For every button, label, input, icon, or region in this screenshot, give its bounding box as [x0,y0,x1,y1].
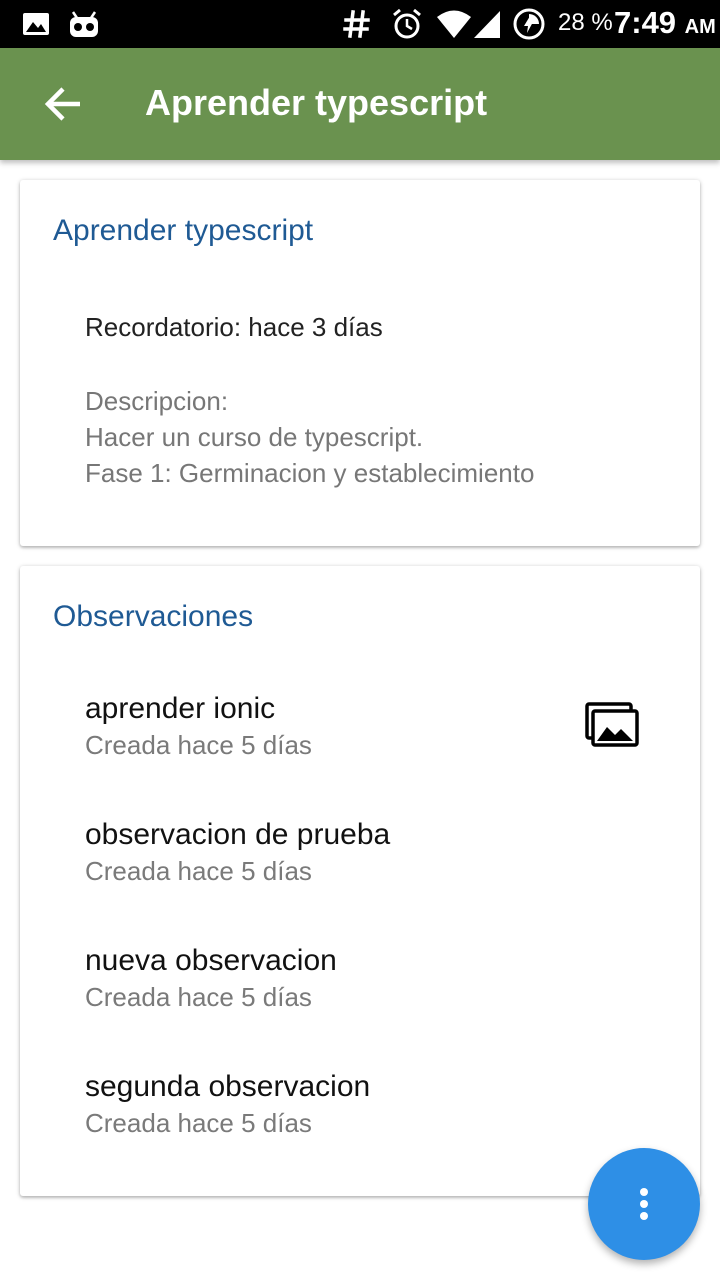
observation-title: segunda observacion [85,1070,371,1103]
signal-icon [474,11,500,38]
more-options-fab[interactable] [588,1148,700,1260]
observation-title: nueva observacion [85,944,337,977]
status-bar: 28 % 7:49 AM [0,0,720,48]
image-gallery-icon [585,702,639,747]
wifi-icon [437,10,471,38]
description-line: Fase 1: Germinacion y establecimiento [85,458,535,488]
observation-title: aprender ionic [85,692,276,725]
list-item[interactable]: segunda observacion Creada hace 5 días [20,1070,700,1180]
arrow-back-icon[interactable] [34,74,94,134]
image-icon [23,13,49,35]
battery-charging-icon [513,8,545,40]
list-item[interactable]: nueva observacion Creada hace 5 días [20,944,700,1054]
android-head-icon [70,11,98,37]
observations-title: Observaciones [53,600,254,633]
clock: 7:49 AM [614,5,716,41]
task-title: Aprender typescript [53,214,314,247]
list-item[interactable]: observacion de prueba Creada hace 5 días [20,818,700,928]
clock-ampm: AM [684,16,716,38]
task-card: Aprender typescript Recordatorio: hace 3… [20,180,700,546]
clock-time: 7:49 [614,5,677,40]
page-title: Aprender typescript [145,82,488,123]
observations-card: Observaciones aprender ionic Creada hace… [20,566,700,1196]
description-label: Descripcion: [85,386,229,416]
alarm-icon [393,8,421,39]
list-item[interactable]: aprender ionic Creada hace 5 días [20,692,700,802]
observation-date: Creada hace 5 días [85,730,312,760]
battery-percent: 28 % [558,9,613,36]
app-toolbar: Aprender typescript [0,48,720,160]
reminder-text: Recordatorio: hace 3 días [85,312,383,342]
hash-icon [343,10,370,38]
more-vertical-icon [640,1188,648,1220]
observation-date: Creada hace 5 días [85,982,312,1012]
observation-title: observacion de prueba [85,818,391,851]
observation-date: Creada hace 5 días [85,856,312,886]
observation-date: Creada hace 5 días [85,1108,312,1138]
description-line: Hacer un curso de typescript. [85,422,424,452]
